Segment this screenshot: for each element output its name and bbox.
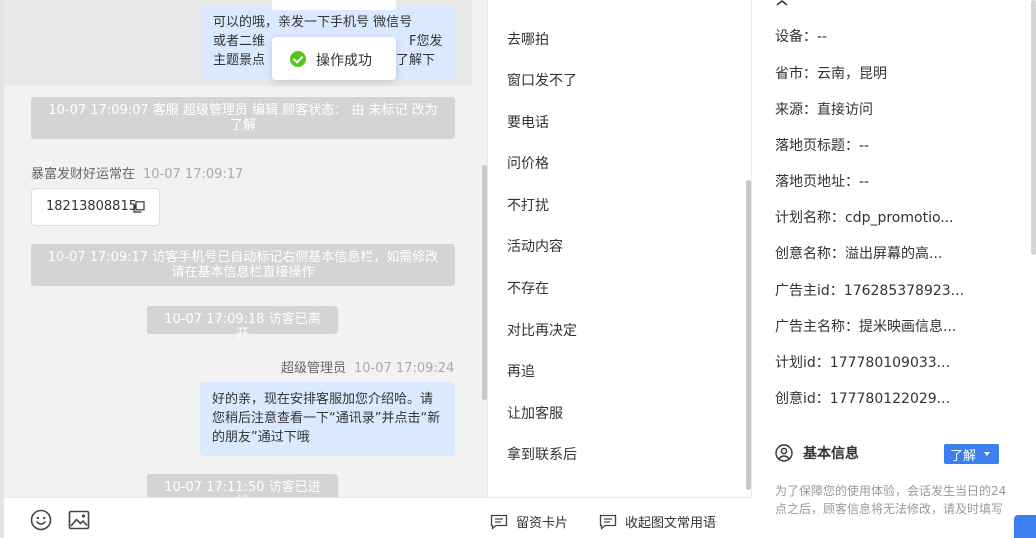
info-label: 落地页标题： <box>775 138 859 154</box>
bubble-line-3-left: 主题景点 <box>213 53 266 68</box>
bubble-line-2-left: 或者二维 <box>213 34 266 49</box>
success-toast: 操作成功 <box>272 37 396 80</box>
chat-scrollbar[interactable] <box>482 165 487 400</box>
bubble-line-3-right: 了解下 <box>396 53 436 68</box>
info-label: 广告主id： <box>775 283 844 299</box>
copy-icon[interactable] <box>133 201 145 213</box>
info-label: 计划id： <box>775 355 830 371</box>
info-value[interactable]: cdp_promotio... <box>845 210 954 226</box>
quick-reply-item[interactable]: 问价格 <box>507 153 549 173</box>
quick-reply-item[interactable]: 不打扰 <box>507 195 549 215</box>
info-row-plan-id: 计划id：177780109033... <box>775 352 950 372</box>
info-label: 省市： <box>775 66 817 82</box>
customer-status-label: 了解 <box>950 449 977 464</box>
info-value[interactable]: -- <box>817 29 827 45</box>
lead-card-label: 留资卡片 <box>516 516 569 531</box>
info-label: 设备： <box>775 29 817 45</box>
agent-name: 超级管理员 <box>281 361 347 376</box>
quick-reply-item[interactable]: 窗口发不了 <box>507 70 577 90</box>
info-row-source: 来源：直接访问 <box>775 99 873 119</box>
basic-info-section-title: 基本信息 <box>775 443 859 463</box>
customer-status-dropdown[interactable]: 了解 <box>944 444 999 464</box>
info-label: 创意名称： <box>775 246 845 262</box>
info-value[interactable]: 177780109033... <box>830 355 950 371</box>
quick-reply-item[interactable]: 去哪拍 <box>507 29 549 49</box>
agent-message-bubble: 好的亲，现在安排客服加您介绍哈。请您稍后注意查看一下“通讯录”并点击“新的朋友”… <box>200 382 455 456</box>
system-message: 10-07 17:09:07 客服 超级管理员 编辑 顾客状态： 由 未标记 改… <box>31 97 455 139</box>
collapse-quick-replies-label: 收起图文常用语 <box>625 516 717 531</box>
info-label: 创意id： <box>775 391 830 407</box>
agent-time: 10-07 17:09:24 <box>354 361 455 376</box>
quick-reply-panel: 去哪拍 窗口发不了 要电话 问价格 不打扰 活动内容 不存在 对比再决定 再追 … <box>489 0 752 538</box>
lead-card-button[interactable]: 留资卡片 <box>490 512 568 531</box>
quick-reply-item[interactable]: 活动内容 <box>507 236 563 256</box>
system-message: 10-07 17:09:17 访客手机号已自动标记右侧基本信息栏，如需修改请在基… <box>31 244 455 286</box>
info-label: 落地页地址： <box>775 174 859 190</box>
info-edit-notice: 为了保障您的使用体验，会话发生当日的24点之后，顾客信息将无法修改，请及时填写 <box>775 484 1007 516</box>
message-list-icon <box>599 514 617 530</box>
message-card-icon <box>490 514 508 530</box>
info-value[interactable]: -- <box>859 174 869 190</box>
collapse-quick-replies-button[interactable]: 收起图文常用语 <box>599 512 716 531</box>
toast-text: 操作成功 <box>316 53 372 69</box>
chat-panel: 可以的哦，亲发一下手机号 微信号 或者二维 F您发 主题景点 了解下 操作成功 … <box>0 0 488 538</box>
info-value[interactable]: 直接访问 <box>817 102 873 118</box>
info-row-creative-id: 创意id：177780122029... <box>775 388 950 408</box>
info-value[interactable]: 176285378923... <box>844 283 964 299</box>
visitor-time: 10-07 17:09:17 <box>143 167 244 182</box>
caret-down-icon <box>984 452 990 456</box>
info-value[interactable]: -- <box>859 138 869 154</box>
chevron-up-icon[interactable] <box>775 0 789 6</box>
visitor-name: 暴富发财好运常在 <box>31 167 136 182</box>
chat-widget-icon[interactable] <box>1014 515 1036 538</box>
info-row-advertiser-id: 广告主id：176285378923... <box>775 280 964 300</box>
info-row-landing-url: 落地页地址：-- <box>775 171 869 191</box>
quick-reply-item[interactable]: 让加客服 <box>507 403 563 423</box>
info-value[interactable]: 溢出屏幕的高... <box>845 246 942 262</box>
bubble-line-1: 可以的哦，亲发一下手机号 微信号 <box>213 15 413 30</box>
info-row-plan-name: 计划名称：cdp_promotio... <box>775 207 954 227</box>
section-title-text: 基本信息 <box>803 446 859 462</box>
info-row-landing-title: 落地页标题：-- <box>775 135 869 155</box>
system-message: 10-07 17:09:18 访客已离开 <box>147 306 338 342</box>
info-value[interactable]: 云南，昆明 <box>817 66 887 82</box>
smile-icon[interactable] <box>30 509 52 531</box>
quick-reply-item[interactable]: 要电话 <box>507 112 549 132</box>
image-icon[interactable] <box>68 509 90 531</box>
info-value[interactable]: 提米映画信息... <box>859 319 956 335</box>
visitor-phone-message[interactable]: 18213808815 <box>31 188 160 226</box>
toast-shadow-top <box>272 0 396 10</box>
info-row-device: 设备：-- <box>775 26 827 46</box>
info-value[interactable]: 177780122029... <box>830 391 950 407</box>
quick-reply-item[interactable]: 对比再决定 <box>507 320 577 340</box>
info-row-creative-name: 创意名称：溢出屏幕的高... <box>775 243 942 263</box>
agent-sender: 超级管理员 10-07 17:09:24 <box>281 357 454 376</box>
check-circle-icon <box>290 51 306 67</box>
quick-reply-item[interactable]: 不存在 <box>507 278 549 298</box>
user-circle-icon <box>775 444 793 462</box>
visitor-sender: 暴富发财好运常在 10-07 17:09:17 <box>31 163 243 182</box>
quick-reply-scrollbar[interactable] <box>746 180 751 490</box>
quick-reply-item[interactable]: 拿到联系后 <box>507 444 577 464</box>
info-scrollbar[interactable] <box>1031 0 1036 255</box>
info-label: 广告主名称： <box>775 319 859 335</box>
info-label: 计划名称： <box>775 210 845 226</box>
info-label: 来源： <box>775 102 817 118</box>
quick-reply-item[interactable]: 再追 <box>507 361 535 381</box>
bubble-line-2-right: F您发 <box>409 34 443 49</box>
info-row-advertiser-name: 广告主名称：提米映画信息... <box>775 316 956 336</box>
info-row-region: 省市：云南，昆明 <box>775 63 887 83</box>
chat-toolbar <box>4 497 488 538</box>
visitor-phone: 18213808815 <box>46 199 137 214</box>
